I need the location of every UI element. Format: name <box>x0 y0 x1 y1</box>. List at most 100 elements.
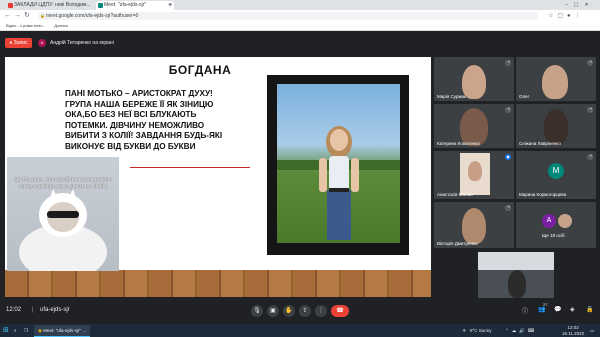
forward-icon[interactable]: → <box>14 11 21 21</box>
hand-icon: ✋ <box>285 308 293 314</box>
bookmark-dopysy[interactable]: Дописи <box>54 23 68 28</box>
quote-line: ОКА,БО БЕЗ НЕЇ ВСІ БЛУКАЮТЬ <box>65 110 197 119</box>
taskbar-clock[interactable]: 12:02 16.11.2022 <box>562 325 584 336</box>
wood-floor <box>5 270 431 297</box>
participant-tile[interactable]: ◆ Анастасія Малий <box>434 151 514 199</box>
url-text: meet.google.com/ufa-ejds-sjr?authuser=0 <box>46 13 139 19</box>
taskbar-date: 16.11.2022 <box>562 330 585 336</box>
participant-tile[interactable]: 🎤 Сніжана Лавріненко <box>516 104 596 148</box>
presenter-avatar: А <box>38 39 46 47</box>
room-wall <box>478 252 554 270</box>
mic-off-icon: 🎤 <box>587 60 593 66</box>
taskbar-chrome-window[interactable]: ◉ Meet: "ufa-ejds-sjr" ... <box>34 325 91 337</box>
bookmarks-bar: Відео - з усіма плат... Дописи <box>0 22 600 31</box>
tab-title: ЗАКЛАДИ ЦДПУ: нові Володим... <box>14 2 91 8</box>
participant-tile[interactable]: 🎤 Вікторія Дмитренко <box>434 202 514 248</box>
browser-actions-icons[interactable]: ☆▢●⋮ <box>548 12 585 19</box>
reload-icon[interactable]: ↻ <box>24 11 30 21</box>
tray-icons[interactable]: ⌃☁🔊⌨ <box>505 325 537 336</box>
participant-face <box>468 161 482 181</box>
bookmark-video[interactable]: Відео - з усіма плат... <box>6 23 45 28</box>
meeting-clock: 12:02 <box>6 307 22 313</box>
speaking-icon: ◆ <box>505 154 511 160</box>
decorative-line <box>130 167 250 168</box>
back-icon[interactable]: ← <box>4 11 11 21</box>
participant-name: Олег <box>519 94 530 99</box>
more-vert-icon: ⋮ <box>318 308 324 314</box>
presentation-slide: БОГДАНА ПАНІ МОТЬКО – АРИСТОКРАТ ДУХУ! Г… <box>5 57 431 297</box>
present-icon: ⇪ <box>302 308 308 314</box>
mic-off-icon: 🎤 <box>587 107 593 113</box>
windows-start-icon[interactable]: ⊞ <box>3 325 9 336</box>
participant-name: Сніжана Лавріненко <box>519 141 561 146</box>
recording-badge: ● Запис <box>5 38 32 48</box>
quote-line: ВИБИТИ З КОЛІЇ! ЗАВДАННЯ БУДЬ-ЯКІ <box>65 131 223 140</box>
weather-icon: ☀ <box>462 328 467 333</box>
girl-in-field-image <box>277 126 400 240</box>
mic-button[interactable]: 🎙 <box>251 305 263 317</box>
present-button[interactable]: ⇪ <box>299 305 311 317</box>
presenter-banner: А Андрій Титаренко на екрані <box>38 38 114 48</box>
tab-favicon-icon <box>8 3 13 8</box>
more-participants-tile[interactable]: А Ще 18 осіб <box>516 202 596 248</box>
notifications-icon[interactable]: ▭ <box>590 325 594 336</box>
window-controls[interactable]: –▢✕ <box>565 1 595 9</box>
participant-avatar-photo <box>558 214 572 228</box>
participant-tile[interactable]: 🎤 Олег <box>516 57 596 101</box>
participant-tile[interactable]: 🎤 Катерина Коваленко <box>434 104 514 148</box>
tab-meet[interactable]: Meet: "ufa-ejds-sjr" × <box>96 1 174 10</box>
meme-caption: Це Богдана, коли зробила всі завдання і … <box>14 177 112 190</box>
quote-line: ВИКОНУЄ ВІД БУКВИ ДО БУКВИ <box>65 141 196 151</box>
quote-line: ГРУПА НАША БЕРЕЖЕ ЇЇ ЯК ЗІНИЦЮ <box>65 99 214 109</box>
lock-icon: 🔒 <box>40 13 45 18</box>
activities-icon[interactable]: ◈ <box>570 306 575 313</box>
participant-name: Вікторія Дмитренко <box>437 241 478 246</box>
cat-in-bathrobe-image <box>19 189 107 271</box>
participant-video <box>544 109 568 145</box>
participant-video <box>462 208 486 244</box>
more-participants-label: Ще 18 осіб <box>542 233 565 238</box>
participant-tile[interactable]: 🎤 Марія Суржик <box>434 57 514 101</box>
quote-line: ПОТЕМКИ. ДІВЧИНУ НЕМОЖЛИВО <box>65 120 205 130</box>
participant-name: Марія Суржик <box>437 94 466 99</box>
people-icon[interactable]: 👥 <box>538 306 545 313</box>
participant-name: Марина Кормогорцева <box>519 192 567 197</box>
leave-call-button[interactable]: ☎ <box>331 305 349 317</box>
mic-off-icon: 🎤 <box>505 107 511 113</box>
task-view-icon[interactable]: ❐ <box>24 325 28 336</box>
presenter-label: Андрій Титаренко на екрані <box>50 40 114 46</box>
separator: | <box>32 307 34 313</box>
lock-icon[interactable]: 🔒 <box>586 306 593 313</box>
camera-button[interactable]: ▣ <box>267 305 279 317</box>
quote-line: ПАНІ МОТЬКО – АРИСТОКРАТ ДУХУ! <box>65 89 213 98</box>
info-icon[interactable]: ⓘ <box>522 306 528 315</box>
mic-icon: 🎙 <box>253 308 261 314</box>
mic-off-icon: 🎤 <box>505 60 511 66</box>
meeting-code: ufa-ejds-sjr <box>40 307 70 313</box>
mic-off-icon: 🎤 <box>505 205 511 211</box>
new-tab-button[interactable]: + <box>168 1 172 10</box>
portrait-photo <box>277 84 400 243</box>
chat-icon[interactable]: 💬 <box>554 306 561 313</box>
participant-avatar: М <box>548 163 564 179</box>
participant-count: 27 <box>543 302 548 307</box>
more-options-button[interactable]: ⋮ <box>315 305 327 317</box>
participant-tile[interactable]: М 🎤 Марина Кормогорцева <box>516 151 596 199</box>
mic-off-icon: 🎤 <box>587 154 593 160</box>
slide-title: БОГДАНА <box>168 63 232 77</box>
recording-label: Запис <box>13 40 28 46</box>
taskbar-window-title: Meet: "ufa-ejds-sjr" ... <box>43 328 87 333</box>
meet-favicon-icon <box>98 3 103 8</box>
url-field[interactable]: 🔒 meet.google.com/ufa-ejds-sjr?authuser=… <box>38 12 538 20</box>
self-view-tile[interactable] <box>478 252 554 298</box>
hang-up-icon: ☎ <box>336 308 344 314</box>
participant-video <box>508 270 526 298</box>
raise-hand-button[interactable]: ✋ <box>283 305 295 317</box>
camera-icon: ▣ <box>270 308 276 314</box>
participant-name: Катерина Коваленко <box>437 141 480 146</box>
tab-zaklady[interactable]: ЗАКЛАДИ ЦДПУ: нові Володим... × <box>6 1 102 10</box>
participant-video <box>542 65 568 99</box>
participant-avatar: А <box>542 214 556 228</box>
search-icon[interactable]: ⌕ <box>14 325 17 336</box>
weather-text: 8°C Sunny <box>470 328 492 333</box>
